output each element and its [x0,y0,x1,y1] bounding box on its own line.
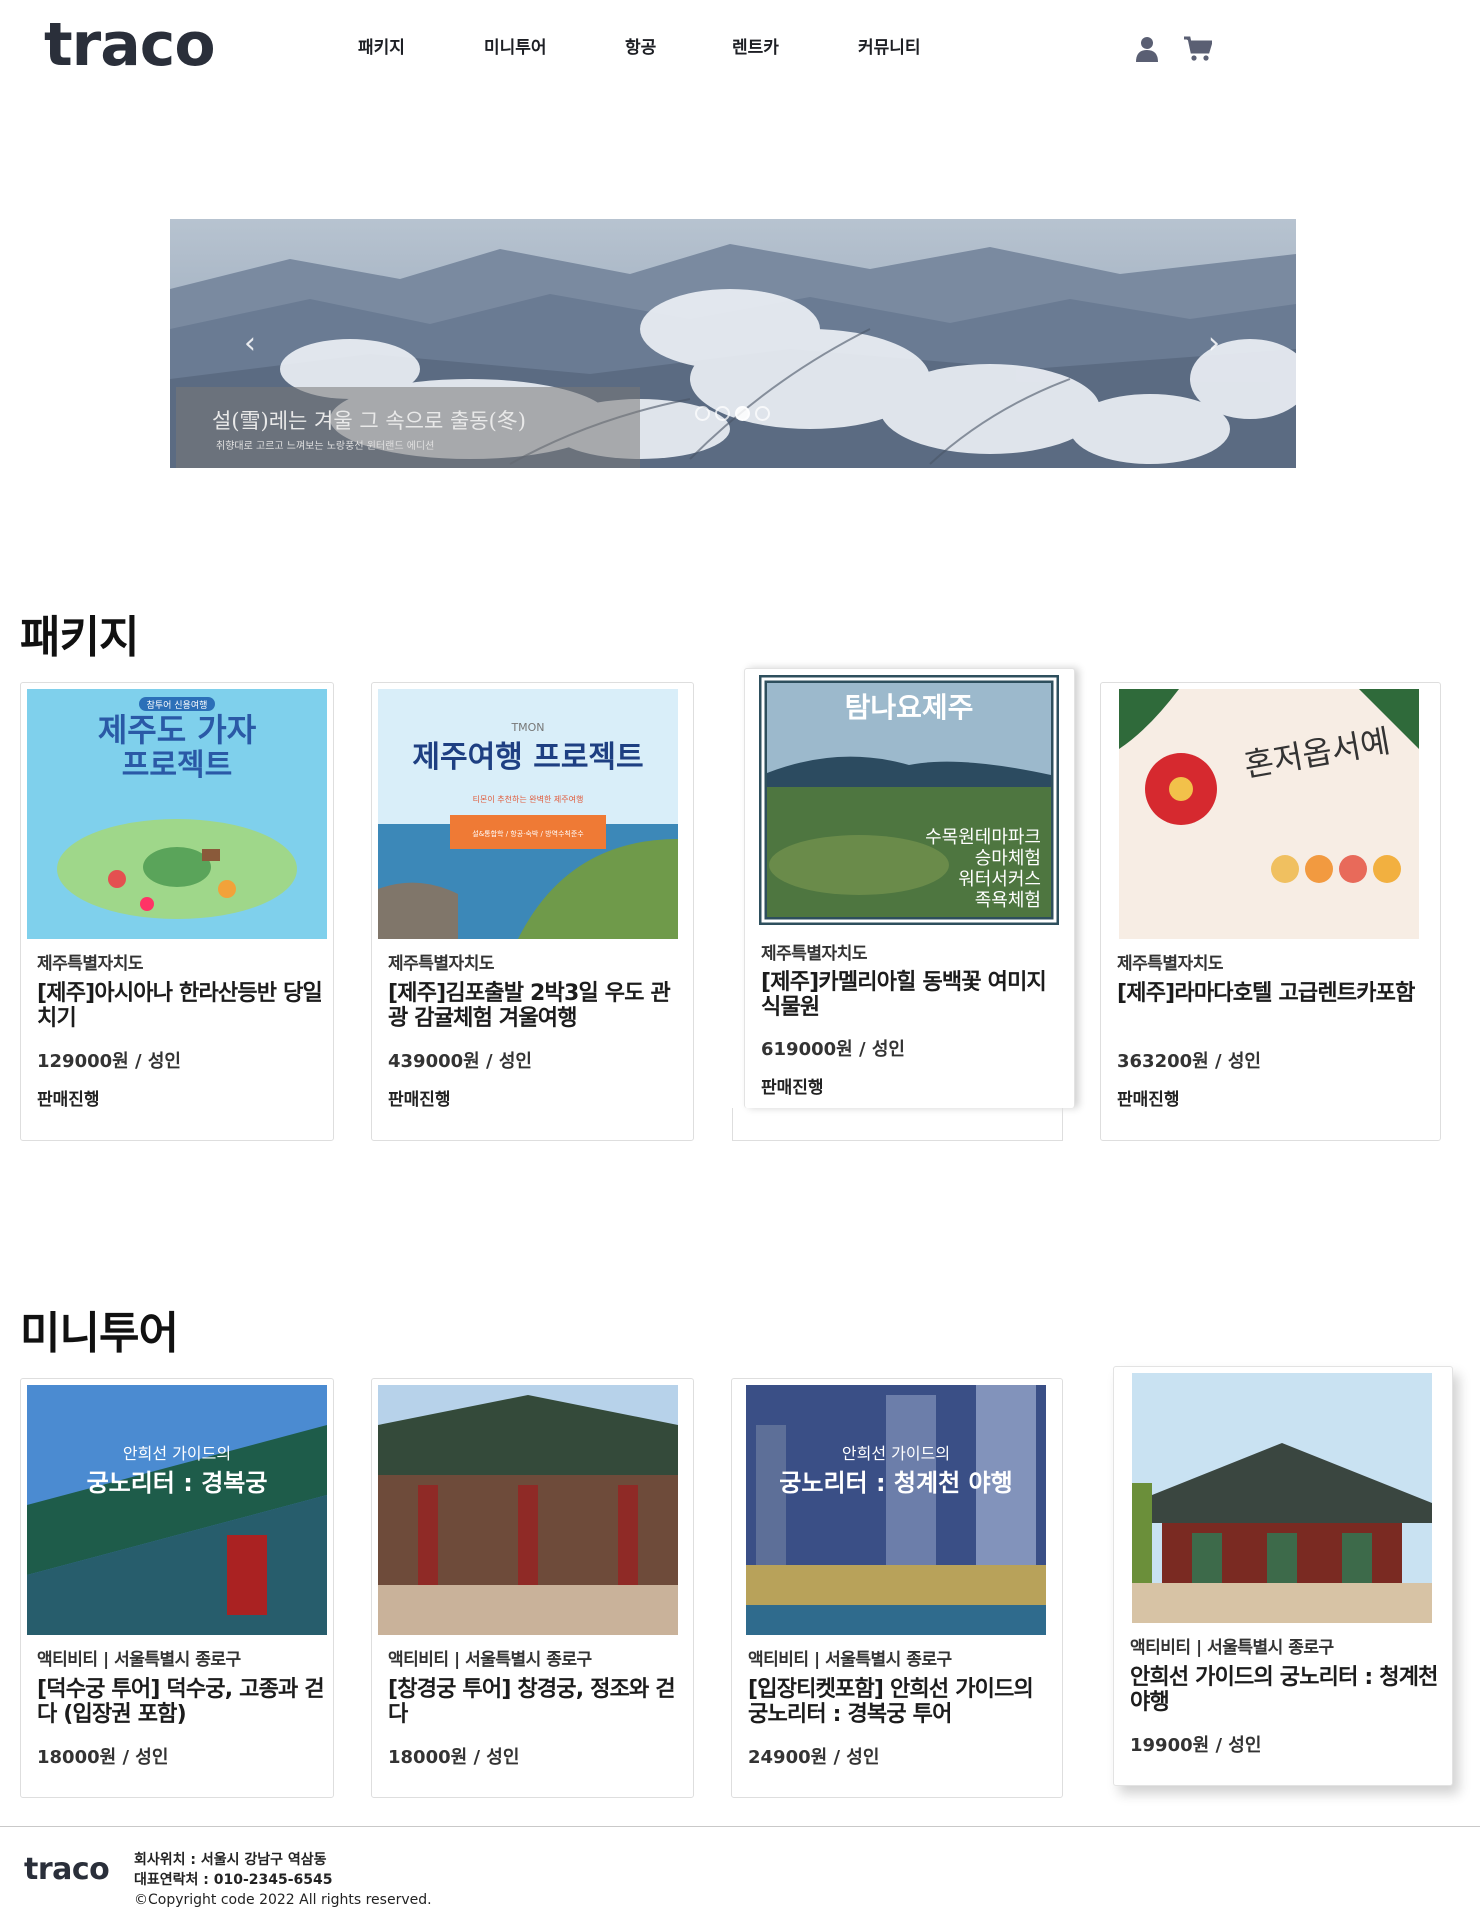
package-card[interactable]: 탐나요제주 수목원테마파크 승마체험 워터서커스 족욕체험 제주특별자치도 [제… [744,668,1075,1108]
banner-subtitle: 취향대로 고르고 느껴보는 노랑풍선 윈터랜드 에디션 [216,441,435,452]
svg-text:프로젝트: 프로젝트 [122,748,232,783]
package-name[interactable]: [제주]카멜리아힐 동백꽃 여미지식물원 [761,970,1061,1020]
package-price: 129000원 / 성인 [37,1051,181,1072]
chevron-right-icon[interactable]: › [1202,327,1226,361]
minitour-price: 18000원 / 성인 [37,1747,169,1768]
banner-pagination [695,406,775,422]
package-image: 탐나요제주 수목원테마파크 승마체험 워터서커스 족욕체험 [759,675,1059,925]
svg-text:티몬이 추천하는 완벽한 제주여행: 티몬이 추천하는 완벽한 제주여행 [473,794,584,804]
package-section-title: 패키지 [20,612,139,663]
svg-text:제주여행 프로젝트: 제주여행 프로젝트 [412,740,643,775]
hero-banner[interactable]: ‹ › 설(雪)레는 겨울 그 속으로 출동(冬) 취향대로 고르고 느껴보는 … [170,219,1296,468]
package-status: 판매진행 [761,1078,824,1098]
minitour-region: 액티비티 | 서울특별시 종로구 [748,1650,952,1670]
main-nav: 패키지 미니투어 항공 렌트카 커뮤니티 [0,36,1480,64]
minitour-price: 18000원 / 성인 [388,1747,520,1768]
svg-text:궁노리터 : 경복궁: 궁노리터 : 경복궁 [87,1469,268,1497]
package-status: 판매진행 [37,1090,100,1110]
site-header: traco 패키지 미니투어 항공 렌트카 커뮤니티 [0,0,1480,100]
minitour-region: 액티비티 | 서울특별시 종로구 [37,1650,241,1670]
footer-copyright: ©Copyright code 2022 All rights reserved… [134,1892,432,1908]
minitour-name[interactable]: [창경궁 투어] 창경궁, 정조와 걷다 [388,1677,678,1727]
minitour-name[interactable]: [입장티켓포함] 안희선 가이드의 궁노리터 : 경복궁 투어 [748,1677,1048,1727]
minitour-card[interactable]: 안희선 가이드의 궁노리터 : 청계천 야행 액티비티 | 서울특별시 종로구 … [731,1378,1063,1798]
banner-title: 설(雪)레는 겨울 그 속으로 출동(冬) [212,409,526,433]
footer-address: 회사위치 : 서울시 강남구 역삼동 [134,1852,327,1868]
nav-item-rentcar[interactable]: 렌트카 [732,36,779,60]
package-region: 제주특별자치도 [388,954,494,974]
package-name[interactable]: [제주]아시아나 한라산등반 당일치기 [37,981,327,1031]
package-region: 제주특별자치도 [761,944,867,964]
user-icon[interactable] [1136,36,1158,62]
minitour-image [378,1385,678,1635]
svg-text:승마체험: 승마체험 [975,848,1041,869]
minitour-region: 액티비티 | 서울특별시 종로구 [388,1650,592,1670]
package-region: 제주특별자치도 [1117,954,1223,974]
minitour-price: 24900원 / 성인 [748,1747,880,1768]
minitour-image: 안희선 가이드의 궁노리터 : 청계천 야행 [746,1385,1046,1635]
package-price: 439000원 / 성인 [388,1051,532,1072]
banner-caption: 설(雪)레는 겨울 그 속으로 출동(冬) 취향대로 고르고 느껴보는 노랑풍선… [176,387,640,468]
package-status: 판매진행 [388,1090,451,1110]
package-image: TMON 제주여행 프로젝트 티몬이 추천하는 완벽한 제주여행 설&통합학 /… [378,689,678,939]
banner-dot-1[interactable] [695,406,710,421]
banner-dot-2[interactable] [715,406,730,421]
minitour-image: 안희선 가이드의 궁노리터 : 경복궁 [27,1385,327,1635]
footer-divider [0,1826,1480,1827]
minitour-image [1132,1373,1432,1623]
svg-text:궁노리터 : 청계천 야행: 궁노리터 : 청계천 야행 [779,1469,1012,1497]
package-price: 619000원 / 성인 [761,1039,905,1060]
footer-contact: 대표연락처 : 010-2345-6545 [134,1872,333,1888]
chevron-left-icon[interactable]: ‹ [238,327,262,361]
minitour-card[interactable]: 안희선 가이드의 궁노리터 : 경복궁 액티비티 | 서울특별시 종로구 [덕수… [20,1378,334,1798]
svg-text:족욕체험: 족욕체험 [975,890,1041,911]
footer-info: 회사위치 : 서울시 강남구 역삼동 대표연락처 : 010-2345-6545… [134,1850,432,1910]
cart-icon[interactable] [1184,36,1212,62]
svg-text:안희선 가이드의: 안희선 가이드의 [842,1444,950,1463]
package-price: 363200원 / 성인 [1117,1051,1261,1072]
banner-dot-3[interactable] [735,406,750,421]
minitour-card[interactable]: 액티비티 | 서울특별시 종로구 안희선 가이드의 궁노리터 : 청계천 야행 … [1113,1366,1453,1786]
package-card[interactable]: 혼저옵서예 제주특별자치도 [제주]라마다호텔 고급렌트카포함 363200원 … [1100,682,1441,1141]
svg-text:참투어 신용여행: 참투어 신용여행 [147,699,208,711]
package-image: 혼저옵서예 [1119,689,1419,939]
svg-text:탐나요제주: 탐나요제주 [845,691,974,724]
minitour-card[interactable]: 액티비티 | 서울특별시 종로구 [창경궁 투어] 창경궁, 정조와 걷다 18… [371,1378,694,1798]
nav-item-package[interactable]: 패키지 [358,36,405,60]
package-name[interactable]: [제주]김포출발 2박3일 우도 관광 감귤체험 겨울여행 [388,981,678,1031]
package-image: 참투어 신용여행 제주도 가자 프로젝트 [27,689,327,939]
svg-text:설&통합학 / 항공·숙박 / 방역수칙준수: 설&통합학 / 항공·숙박 / 방역수칙준수 [472,829,584,838]
minitour-name[interactable]: 안희선 가이드의 궁노리터 : 청계천 야행 [1130,1665,1440,1715]
card-shadow-placeholder [732,1108,1063,1141]
minitour-section-title: 미니투어 [20,1308,179,1359]
nav-item-minitour[interactable]: 미니투어 [484,36,547,60]
package-status: 판매진행 [1117,1090,1180,1110]
svg-text:TMON: TMON [510,721,544,734]
minitour-region: 액티비티 | 서울특별시 종로구 [1130,1638,1334,1658]
banner-dot-4[interactable] [755,406,770,421]
svg-text:워터서커스: 워터서커스 [958,869,1041,890]
package-region: 제주특별자치도 [37,954,143,974]
package-card[interactable]: 참투어 신용여행 제주도 가자 프로젝트 제주특별자치도 [제주]아시아나 한라… [20,682,334,1141]
footer-logo[interactable]: traco [24,1852,110,1887]
package-card[interactable]: TMON 제주여행 프로젝트 티몬이 추천하는 완벽한 제주여행 설&통합학 /… [371,682,694,1141]
svg-text:제주도 가자: 제주도 가자 [98,711,257,749]
svg-text:안희선 가이드의: 안희선 가이드의 [123,1444,231,1463]
svg-text:수목원테마파크: 수목원테마파크 [925,827,1041,848]
nav-item-community[interactable]: 커뮤니티 [858,36,921,60]
package-name[interactable]: [제주]라마다호텔 고급렌트카포함 [1117,981,1427,1006]
minitour-name[interactable]: [덕수궁 투어] 덕수궁, 고종과 걷다 (입장권 포함) [37,1677,327,1727]
minitour-price: 19900원 / 성인 [1130,1735,1262,1756]
nav-item-flight[interactable]: 항공 [625,36,656,60]
